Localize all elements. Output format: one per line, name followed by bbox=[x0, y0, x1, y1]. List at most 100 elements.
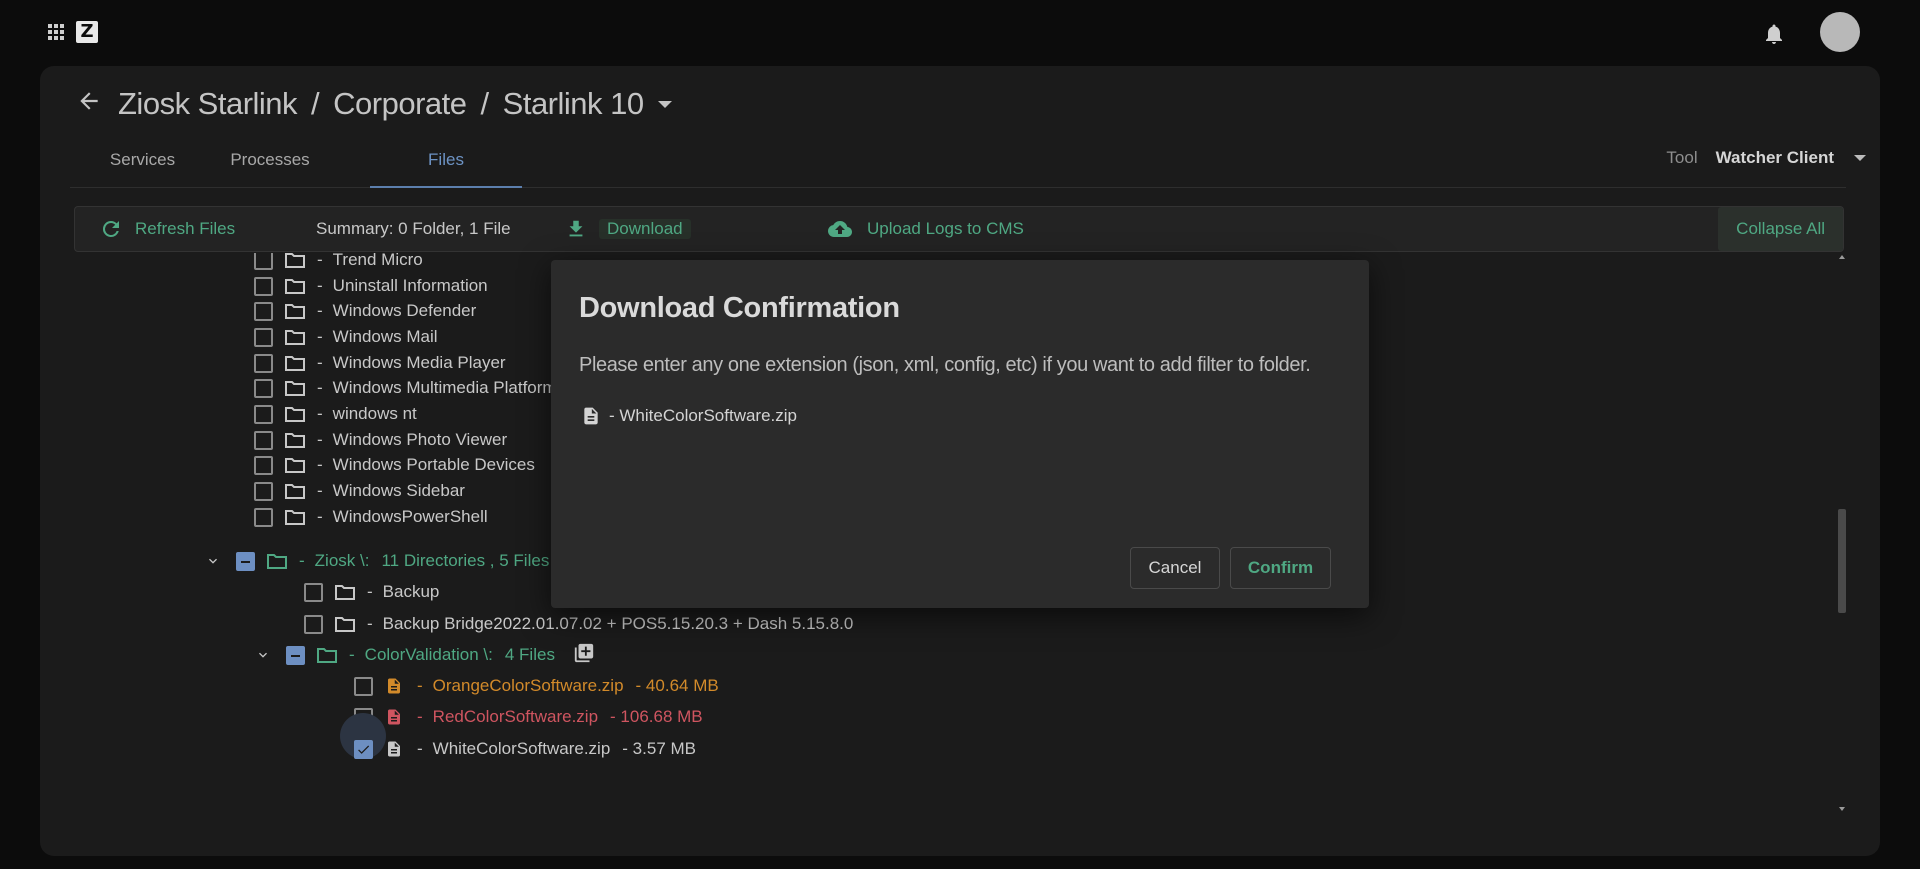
checkbox[interactable] bbox=[286, 645, 305, 665]
cancel-button[interactable]: Cancel bbox=[1130, 547, 1220, 589]
folder-name: Uninstall Information bbox=[332, 276, 488, 295]
tree-dash: - bbox=[317, 253, 323, 269]
copy-icon[interactable] bbox=[573, 642, 595, 669]
folder-icon bbox=[285, 380, 307, 396]
file-name: OrangeColorSoftware.zip bbox=[432, 676, 624, 695]
tree-row-folder[interactable]: - Windows Sidebar bbox=[254, 478, 465, 504]
tree-row-folder[interactable]: - Windows Media Player bbox=[254, 350, 506, 376]
avatar[interactable] bbox=[1820, 12, 1860, 52]
checkbox[interactable] bbox=[254, 353, 273, 373]
folder-name: Windows Multimedia Platform bbox=[332, 378, 557, 397]
tree-row-folder[interactable]: - Windows Defender bbox=[254, 298, 476, 324]
back-arrow-icon[interactable] bbox=[76, 86, 106, 122]
checkbox[interactable] bbox=[254, 276, 273, 296]
checkbox[interactable] bbox=[254, 455, 273, 475]
checkbox[interactable] bbox=[254, 404, 273, 424]
folder-icon bbox=[285, 457, 307, 473]
download-button[interactable]: Download bbox=[565, 207, 691, 251]
cloud-upload-icon bbox=[828, 221, 852, 237]
tree-dash: - bbox=[317, 404, 323, 423]
checkbox[interactable] bbox=[304, 582, 323, 602]
download-icon bbox=[569, 220, 583, 237]
tree-row-folder[interactable]: - windows nt bbox=[254, 401, 417, 427]
folder-meta: 11 Directories , 5 Files bbox=[381, 551, 550, 570]
scroll-down-arrow-icon[interactable] bbox=[1839, 807, 1845, 811]
tree-dash: - bbox=[367, 582, 373, 601]
folder-name: Windows Portable Devices bbox=[332, 455, 535, 474]
tree-row-folder[interactable]: - Windows Multimedia Platform bbox=[254, 375, 557, 401]
upload-logs-button[interactable]: Upload Logs to CMS bbox=[825, 207, 1024, 251]
tree-row-folder[interactable]: - Uninstall Information bbox=[254, 273, 488, 299]
checkbox[interactable] bbox=[254, 253, 273, 270]
refresh-files-label: Refresh Files bbox=[135, 219, 236, 238]
checkbox[interactable] bbox=[254, 430, 273, 450]
file-size: - 106.68 MB bbox=[610, 707, 703, 726]
tree-row-red-file[interactable]: - RedColorSoftware.zip - 106.68 MB bbox=[354, 704, 703, 730]
tree-dash: - bbox=[317, 276, 323, 295]
tab-processes[interactable]: Processes bbox=[213, 144, 327, 188]
folder-icon bbox=[335, 616, 357, 632]
folder-meta: 4 Files bbox=[504, 645, 555, 664]
checkbox[interactable] bbox=[304, 614, 323, 634]
tree-row-colorvalidation[interactable]: - ColorValidation \: 4 Files bbox=[254, 642, 595, 668]
tree-row-white-file[interactable]: - WhiteColorSoftware.zip - 3.57 MB bbox=[354, 736, 696, 762]
folder-name: Backup Bridge2022.01.07.02 + POS5.15.20.… bbox=[382, 614, 854, 633]
tree-row-folder[interactable]: - Trend Micro bbox=[254, 253, 423, 273]
breadcrumb-corporate[interactable]: Corporate bbox=[333, 86, 467, 122]
checkbox[interactable] bbox=[254, 481, 273, 501]
file-name: RedColorSoftware.zip bbox=[432, 707, 599, 726]
chevron-down-icon[interactable] bbox=[1854, 155, 1866, 161]
tree-dash: - bbox=[317, 430, 323, 449]
top-bar: Z bbox=[0, 0, 1920, 64]
checkbox[interactable] bbox=[254, 507, 273, 527]
tree-row-ziosk[interactable]: - Ziosk \: 11 Directories , 5 Files bbox=[204, 548, 589, 574]
tree-dash: - bbox=[317, 507, 323, 526]
checkbox[interactable] bbox=[354, 676, 373, 696]
confirm-button[interactable]: Confirm bbox=[1230, 547, 1331, 589]
tool-selector[interactable]: Tool Watcher Client bbox=[1666, 148, 1866, 168]
tree-row-backup-bridge[interactable]: - Backup Bridge2022.01.07.02 + POS5.15.2… bbox=[304, 611, 853, 637]
refresh-files-button[interactable]: Refresh Files bbox=[99, 207, 235, 251]
breadcrumb-starlink-10[interactable]: Starlink 10 bbox=[503, 86, 644, 122]
folder-icon bbox=[335, 584, 357, 600]
collapse-all-button[interactable]: Collapse All bbox=[1718, 207, 1843, 251]
folder-name: Windows Mail bbox=[332, 327, 438, 346]
tree-row-orange-file[interactable]: - OrangeColorSoftware.zip - 40.64 MB bbox=[354, 673, 719, 699]
folder-icon bbox=[285, 483, 307, 499]
folder-name: Ziosk \: bbox=[314, 551, 370, 570]
checkbox[interactable] bbox=[254, 327, 273, 347]
chevron-down-icon[interactable] bbox=[657, 100, 672, 108]
summary-text: Summary: 0 Folder, 1 File bbox=[316, 219, 511, 238]
folder-name: windows nt bbox=[332, 404, 417, 423]
file-icon bbox=[385, 706, 407, 728]
checkbox[interactable] bbox=[254, 378, 273, 398]
chevron-down-icon[interactable] bbox=[204, 553, 222, 569]
checkbox[interactable] bbox=[254, 301, 273, 321]
upload-logs-label: Upload Logs to CMS bbox=[867, 219, 1024, 238]
tool-value[interactable]: Watcher Client bbox=[1716, 148, 1834, 168]
tab-files[interactable]: Files bbox=[370, 144, 522, 188]
app-logo[interactable]: Z bbox=[76, 21, 98, 43]
scrollbar[interactable] bbox=[1838, 253, 1846, 813]
bell-icon[interactable] bbox=[1762, 22, 1786, 51]
apps-grid-icon[interactable] bbox=[48, 24, 64, 40]
tab-services[interactable]: Services bbox=[100, 144, 185, 188]
scroll-up-arrow-icon[interactable] bbox=[1839, 255, 1845, 259]
tree-row-folder[interactable]: - WindowsPowerShell bbox=[254, 504, 488, 530]
checkbox-checked[interactable] bbox=[354, 739, 373, 759]
chevron-down-icon[interactable] bbox=[254, 647, 272, 663]
tree-row-folder[interactable]: - Windows Photo Viewer bbox=[254, 427, 507, 453]
breadcrumb-ziosk-starlink[interactable]: Ziosk Starlink bbox=[118, 86, 298, 122]
checkbox[interactable] bbox=[236, 551, 255, 571]
breadcrumb: Ziosk Starlink / Corporate / Starlink 10 bbox=[76, 84, 672, 124]
folder-name: Backup bbox=[382, 582, 440, 601]
refresh-icon bbox=[102, 220, 119, 237]
dialog-message: Please enter any one extension (json, xm… bbox=[579, 354, 1311, 376]
tree-row-folder[interactable]: - Windows Portable Devices bbox=[254, 452, 535, 478]
tree-row-folder[interactable]: - Windows Mail bbox=[254, 324, 438, 350]
dialog-title: Download Confirmation bbox=[579, 292, 900, 324]
file-size: - 40.64 MB bbox=[635, 676, 719, 695]
tree-row-backup[interactable]: - Backup bbox=[304, 579, 439, 605]
scrollbar-thumb[interactable] bbox=[1838, 509, 1846, 613]
tab-bar: Services Processes Files bbox=[70, 144, 1846, 188]
